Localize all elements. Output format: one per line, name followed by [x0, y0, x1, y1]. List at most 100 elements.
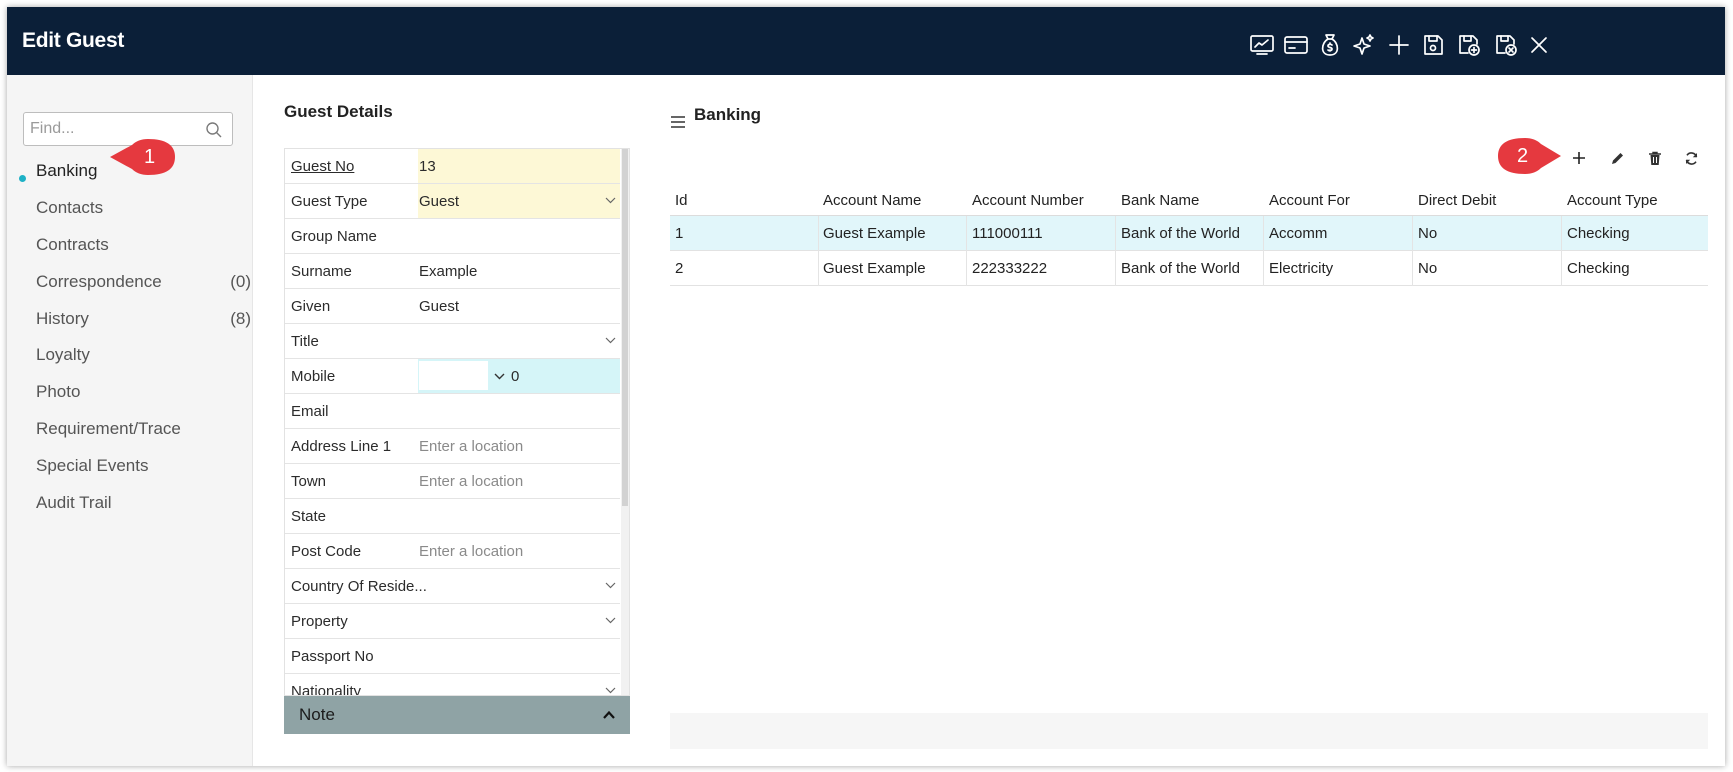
edit-icon[interactable] — [1606, 147, 1628, 169]
add-icon[interactable] — [1568, 147, 1590, 169]
field-label: Title — [291, 333, 319, 350]
cell-account-name: Guest Example — [823, 260, 926, 277]
chevron-down-icon[interactable] — [605, 685, 616, 696]
table-row[interactable]: 1 Guest Example 111000111 Bank of the Wo… — [670, 216, 1708, 251]
field-address-line-1[interactable]: Address Line 1 Enter a location — [285, 429, 620, 464]
field-passport-no[interactable]: Passport No — [285, 639, 620, 674]
sidebar: Banking Contacts Contracts Correspondenc… — [7, 75, 253, 766]
field-label: Mobile — [291, 368, 336, 385]
field-group-name[interactable]: Group Name — [285, 219, 620, 254]
chevron-down-icon[interactable] — [605, 335, 616, 346]
column-header-direct-debit[interactable]: Direct Debit — [1418, 192, 1496, 209]
menu-icon[interactable] — [671, 116, 685, 128]
field-placeholder: Enter a location — [419, 543, 524, 560]
sidebar-item-requirement-trace[interactable]: Requirement/Trace — [36, 419, 251, 443]
delete-icon[interactable] — [1644, 147, 1666, 169]
field-town[interactable]: Town Enter a location — [285, 464, 620, 499]
add-icon[interactable] — [1385, 31, 1413, 59]
field-label: State — [291, 508, 327, 525]
chevron-down-icon[interactable] — [605, 580, 616, 591]
sidebar-item-label: Photo — [36, 382, 81, 401]
cell-account-for: Electricity — [1269, 260, 1334, 277]
field-label: Surname — [291, 263, 352, 280]
guest-details-form: Guest No 13 Guest Type Guest Group Name … — [284, 148, 630, 696]
sidebar-item-label: Contracts — [36, 235, 109, 254]
edit-guest-window: Edit Guest Find... Banking Contacts Cont… — [7, 7, 1725, 766]
banking-title: Banking — [694, 105, 762, 124]
field-title[interactable]: Title — [285, 324, 620, 359]
sidebar-item-label: Requirement/Trace — [36, 419, 181, 438]
field-surname[interactable]: Surname Example — [285, 254, 620, 289]
field-post-code[interactable]: Post Code Enter a location — [285, 534, 620, 569]
card-icon[interactable] — [1282, 31, 1310, 59]
reports-icon[interactable] — [1248, 31, 1276, 59]
field-guest-no[interactable]: Guest No 13 — [285, 149, 620, 184]
active-indicator-dot — [19, 175, 26, 182]
search-icon[interactable] — [205, 121, 223, 139]
country-code-select[interactable] — [419, 361, 488, 390]
sidebar-item-photo[interactable]: Photo — [36, 382, 251, 406]
cell-direct-debit: No — [1418, 260, 1438, 277]
sidebar-item-label: Correspondence — [36, 272, 162, 291]
column-header-account-type[interactable]: Account Type — [1567, 192, 1658, 209]
scrollbar-thumb[interactable] — [622, 149, 628, 506]
field-label: Country Of Reside... — [291, 578, 427, 595]
field-label: Email — [291, 403, 329, 420]
sidebar-item-count: (0) — [230, 272, 251, 291]
form-scrollbar[interactable] — [621, 149, 629, 695]
sidebar-item-history[interactable]: History (8) — [36, 309, 251, 333]
sidebar-item-correspondence[interactable]: Correspondence (0) — [36, 272, 251, 296]
field-label: Property — [291, 613, 348, 630]
field-label: Post Code — [291, 543, 362, 560]
field-email[interactable]: Email — [285, 394, 620, 429]
save-icon[interactable] — [1419, 31, 1447, 59]
field-nationality[interactable]: Nationality — [285, 674, 620, 696]
sidebar-item-contacts[interactable]: Contacts — [36, 198, 251, 222]
save-new-icon[interactable] — [1455, 31, 1483, 59]
column-header-account-for[interactable]: Account For — [1269, 192, 1350, 209]
note-label: Note — [299, 705, 335, 724]
chevron-down-icon[interactable] — [605, 615, 616, 626]
column-header-bank-name[interactable]: Bank Name — [1121, 192, 1199, 209]
save-close-icon[interactable] — [1492, 31, 1520, 59]
refresh-icon[interactable] — [1680, 147, 1702, 169]
sidebar-item-count: (8) — [230, 309, 251, 328]
sidebar-item-label: History — [36, 309, 89, 328]
note-panel-toggle[interactable]: Note — [284, 696, 630, 734]
find-input[interactable] — [30, 119, 200, 139]
sidebar-item-label: Contacts — [36, 198, 104, 217]
column-header-account-number[interactable]: Account Number — [972, 192, 1084, 209]
callout-number: 2 — [1517, 145, 1529, 167]
table-row[interactable]: 2 Guest Example 222333222 Bank of the Wo… — [670, 251, 1708, 286]
field-placeholder: Enter a location — [419, 473, 524, 490]
chevron-down-icon[interactable] — [605, 195, 616, 206]
title-bar: Edit Guest — [7, 7, 1725, 75]
sidebar-item-audit-trail[interactable]: Audit Trail — [36, 493, 251, 517]
field-value: Example — [419, 263, 478, 280]
field-country-of-residence[interactable]: Country Of Reside... — [285, 569, 620, 604]
field-state[interactable]: State — [285, 499, 620, 534]
field-property[interactable]: Property — [285, 604, 620, 639]
money-bag-icon[interactable] — [1316, 31, 1344, 59]
field-mobile[interactable]: Mobile 0 — [285, 359, 620, 394]
column-header-id[interactable]: Id — [675, 192, 688, 209]
field-guest-type[interactable]: Guest Type Guest — [285, 184, 620, 219]
column-header-account-name[interactable]: Account Name — [823, 192, 921, 209]
callout-1: 1 — [108, 138, 176, 176]
chevron-down-icon[interactable] — [494, 371, 505, 382]
sidebar-item-label: Banking — [36, 161, 98, 180]
cell-account-number: 222333222 — [972, 260, 1048, 277]
sidebar-item-special-events[interactable]: Special Events — [36, 456, 251, 480]
sidebar-item-label: Loyalty — [36, 345, 90, 364]
sidebar-item-contracts[interactable]: Contracts — [36, 235, 251, 259]
sidebar-item-loyalty[interactable]: Loyalty — [36, 345, 251, 369]
close-icon[interactable] — [1525, 31, 1553, 59]
field-label: Nationality — [291, 683, 362, 696]
field-given[interactable]: Given Guest — [285, 289, 620, 324]
field-label: Guest No — [291, 158, 355, 175]
callout-number: 1 — [144, 146, 156, 168]
sidebar-item-label: Special Events — [36, 456, 149, 475]
sparkle-icon[interactable] — [1350, 31, 1378, 59]
cell-account-type: Checking — [1567, 260, 1630, 277]
cell-id: 2 — [675, 260, 684, 277]
